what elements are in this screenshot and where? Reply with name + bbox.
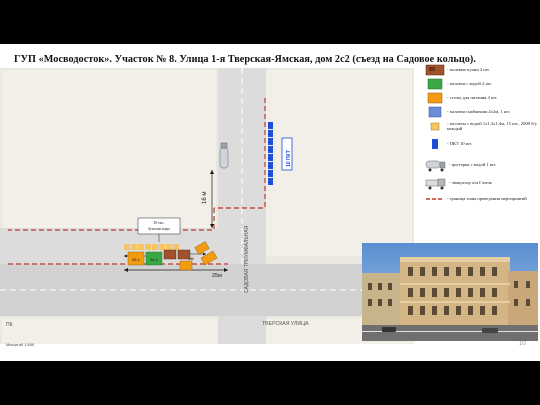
tent-water-2: 26-1 — [145, 251, 163, 266]
legend-item-tables: - столы для питания 4 шт. — [425, 92, 538, 104]
tank-truck — [219, 142, 229, 169]
tent-water-1: 26-1 — [127, 251, 145, 266]
slide: ГУП «Мосводосток». Участок № 8. Улица 1-… — [0, 44, 540, 361]
map-label-pk: ПК — [6, 322, 13, 328]
legend-item-boundary: - граница зоны проведения мероприятий — [425, 194, 538, 204]
legend-item-toilet: - ПКТ 10 шт. — [425, 138, 538, 150]
legend-item-tent-water: - палатки с водой 2 шт. — [425, 78, 538, 90]
site-photo — [362, 243, 538, 341]
tank-truck-icon — [425, 160, 446, 172]
legend-item-supply-tent: - палатки снабжения 2х2м, 1 шт. — [425, 106, 538, 118]
page-number: 10 — [519, 341, 526, 347]
field-kitchen-icon — [425, 64, 445, 76]
tent-water-icon — [427, 78, 443, 90]
svg-text:10 ПКТ: 10 ПКТ — [286, 150, 292, 167]
svg-text:30 тыс.: 30 тыс. — [154, 221, 165, 225]
svg-text:бутылок воды: бутылок воды — [148, 227, 170, 231]
legend-item-field-kitchen: - полевые кухни 2 шт. — [425, 64, 538, 76]
pkt-label-box: 10 ПКТ — [281, 137, 293, 171]
svg-text:25м: 25м — [212, 273, 222, 279]
water-bottles-box: 30 тыс. бутылок воды — [137, 217, 181, 235]
street-label-tverskaya: ТВЕРСКАЯ УЛИЦА — [262, 321, 309, 327]
toilet-icon — [432, 139, 438, 149]
svg-text:26-1: 26-1 — [150, 257, 159, 262]
svg-text:16 м: 16 м — [202, 192, 208, 204]
svg-text:26-1: 26-1 — [132, 257, 141, 262]
legend-item-tank-truck: - цистерна с водой 1 шт. — [425, 158, 538, 172]
building-block-northwest — [2, 70, 216, 228]
tow-truck-icon — [425, 178, 446, 190]
scale-note: Масштаб 1:500 — [6, 342, 35, 347]
pallet-icon — [430, 122, 440, 131]
street-label-sadovaya: САДОВАЯ ТРИУМФАЛЬНАЯ — [244, 225, 250, 293]
site-map: САДОВАЯ ТРИУМФАЛЬНАЯ ТВЕРСКАЯ УЛИЦА ПК 1… — [0, 68, 414, 344]
boundary-line-icon — [426, 198, 444, 200]
building-block-south — [2, 318, 414, 344]
supply-tent-icon — [428, 106, 442, 118]
tables-icon — [427, 92, 443, 104]
legend-item-tow-truck: - эвакуатор а/м Газель — [425, 176, 538, 190]
legend-item-pallet: - паллеты с водой 1х1.2х1.4м, 15 шт., 20… — [425, 120, 538, 132]
